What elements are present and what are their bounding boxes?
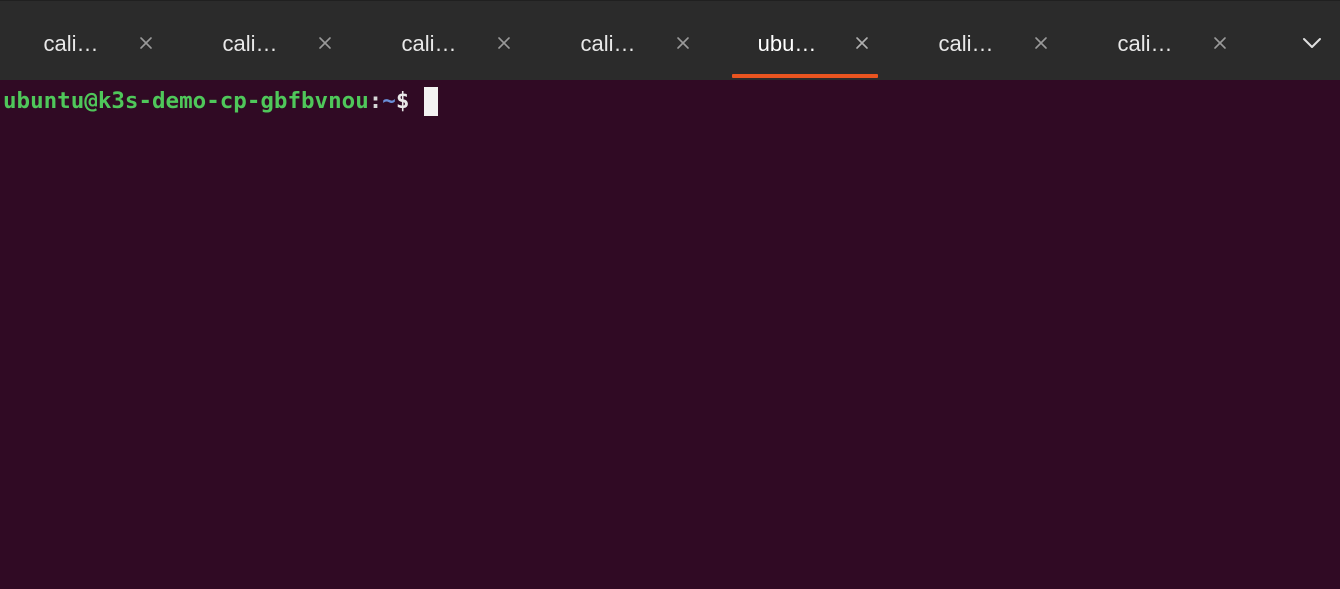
- prompt-separator: :: [368, 88, 383, 114]
- tab-3[interactable]: cali…: [358, 1, 537, 81]
- tab-1[interactable]: cali…: [0, 1, 179, 81]
- close-icon[interactable]: [135, 32, 157, 54]
- tab-5-active[interactable]: ubu…: [716, 1, 895, 81]
- tab-label: ubu…: [757, 31, 817, 56]
- close-icon[interactable]: [851, 32, 873, 54]
- active-tab-indicator: [732, 74, 878, 78]
- close-icon[interactable]: [493, 32, 515, 54]
- prompt-path: ~: [382, 88, 396, 114]
- terminal-area[interactable]: ubuntu@k3s-demo-cp-gbfbvnou: ~ $: [0, 80, 1340, 589]
- tab-label: cali…: [580, 31, 636, 56]
- chevron-down-icon: [1302, 36, 1322, 54]
- close-icon[interactable]: [1030, 32, 1052, 54]
- text-cursor: [424, 86, 439, 116]
- scrollbar[interactable]: [1329, 86, 1336, 586]
- tab-label: cali…: [401, 31, 457, 56]
- tab-list: cali… cali… cali… cali… ubu… cali… cali…: [0, 1, 1290, 81]
- tab-label: cali…: [938, 31, 994, 56]
- prompt-symbol: $: [395, 88, 410, 114]
- tab-label: cali…: [222, 31, 278, 56]
- tab-2[interactable]: cali…: [179, 1, 358, 81]
- tabs-menu-button[interactable]: [1292, 31, 1332, 59]
- tab-label: cali…: [43, 31, 99, 56]
- close-icon[interactable]: [314, 32, 336, 54]
- close-icon[interactable]: [1209, 32, 1231, 54]
- tab-7[interactable]: cali…: [1074, 1, 1253, 81]
- close-icon[interactable]: [672, 32, 694, 54]
- prompt-user-host: ubuntu@k3s-demo-cp-gbfbvnou: [3, 88, 369, 114]
- prompt-line: ubuntu@k3s-demo-cp-gbfbvnou: ~ $: [3, 86, 439, 116]
- tab-bar: cali… cali… cali… cali… ubu… cali… cali…: [0, 0, 1340, 80]
- tab-label: cali…: [1117, 31, 1173, 56]
- tab-4[interactable]: cali…: [537, 1, 716, 81]
- terminal-window: cali… cali… cali… cali… ubu… cali… cali……: [0, 0, 1340, 589]
- tab-6[interactable]: cali…: [895, 1, 1074, 81]
